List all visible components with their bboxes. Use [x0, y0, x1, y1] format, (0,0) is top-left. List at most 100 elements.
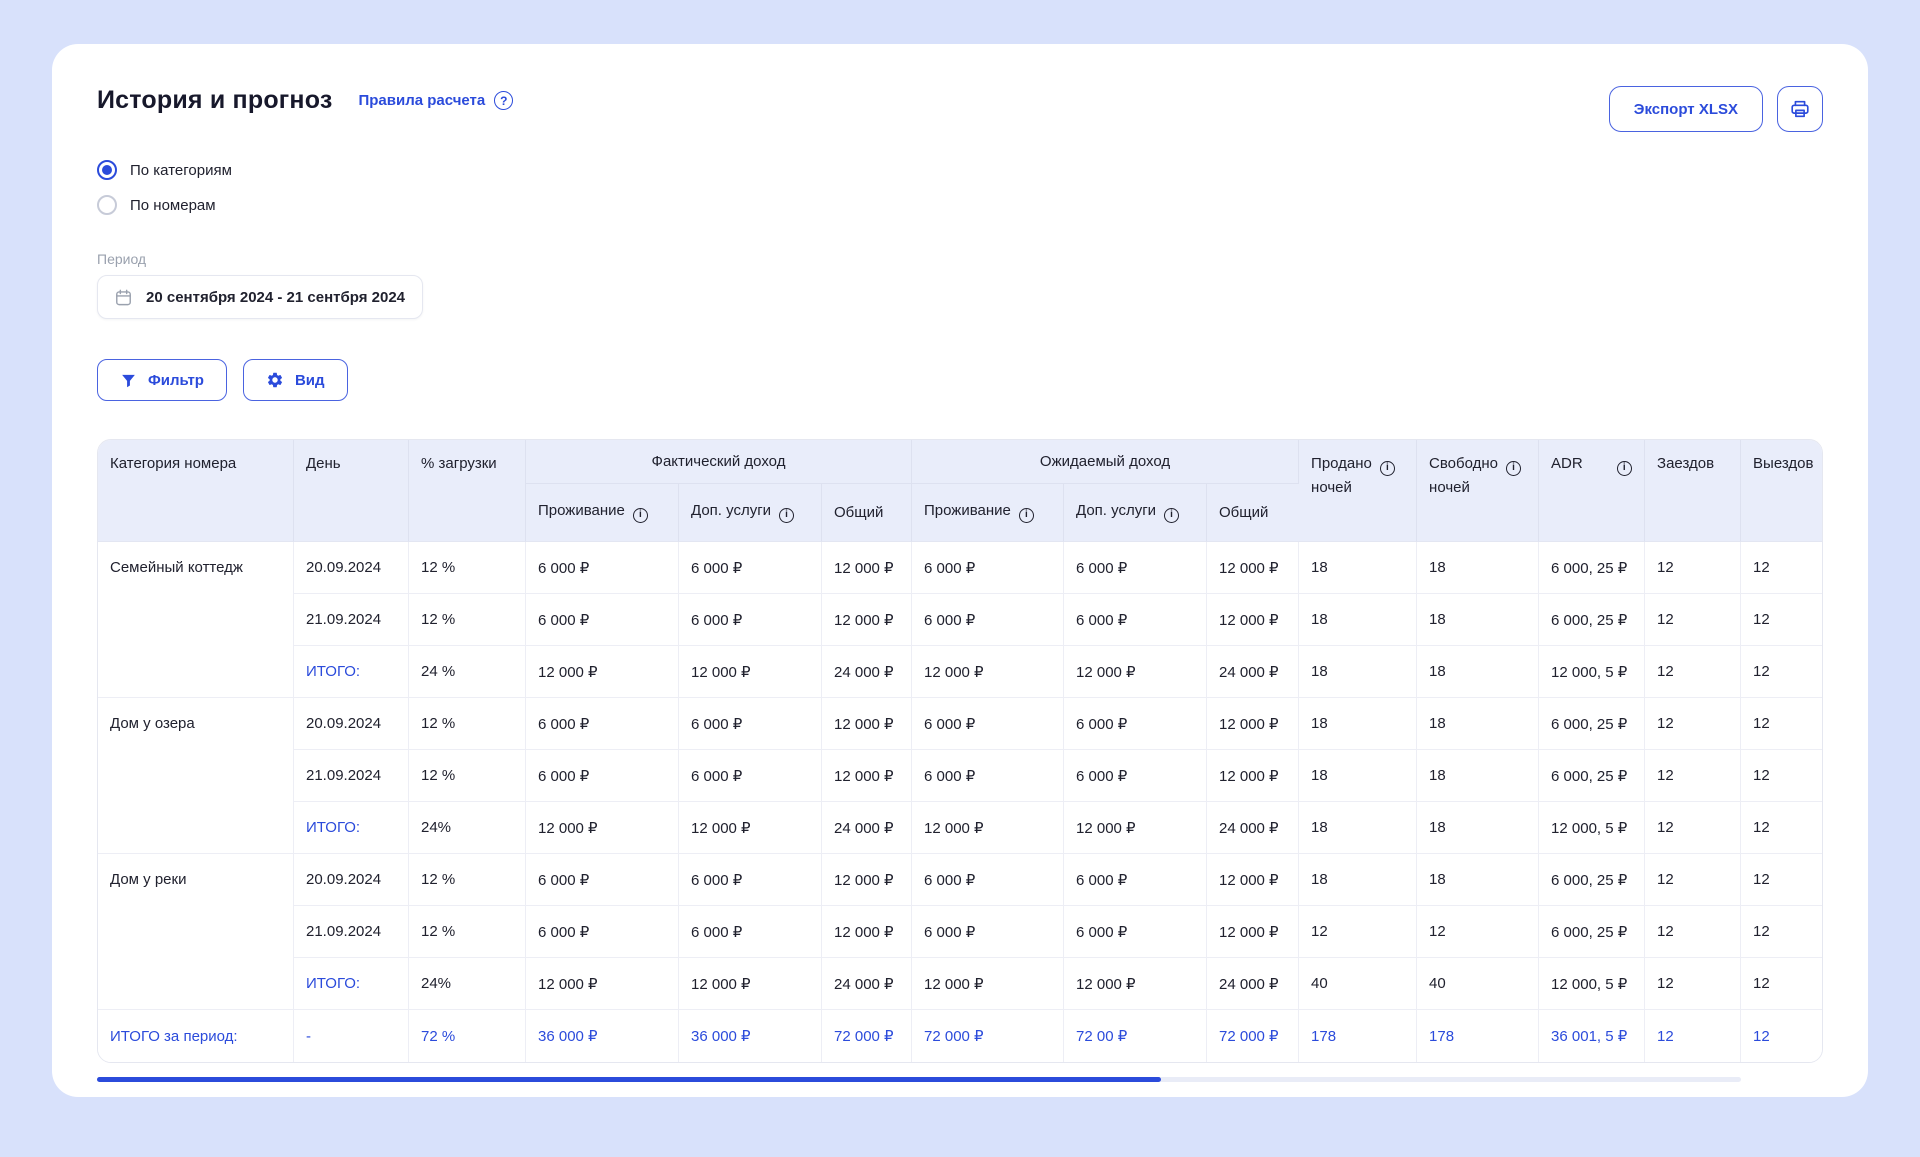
column-header-label: Проживание: [538, 502, 625, 519]
table-cell: 12: [1299, 906, 1417, 958]
table-cell: 20.09.2024: [294, 854, 409, 906]
column-header-label: % загрузки: [421, 455, 497, 472]
table-cell: 12 000, 5 ₽: [1539, 958, 1645, 1010]
table-cell: 20.09.2024: [294, 542, 409, 594]
table-cell: 6 000 ₽: [679, 906, 822, 958]
printer-icon: [1789, 98, 1811, 120]
table-cell: 12 000 ₽: [822, 698, 912, 750]
table-cell: ИТОГО:: [294, 802, 409, 854]
table-cell: 12 000 ₽: [912, 958, 1064, 1010]
table-cell: 72 %: [409, 1010, 526, 1062]
table-cell: 6 000 ₽: [679, 750, 822, 802]
table-cell: 12 %: [409, 906, 526, 958]
horizontal-scrollbar[interactable]: [97, 1077, 1741, 1082]
column-header: Заездов: [1645, 440, 1741, 542]
table-cell: 6 000, 25 ₽: [1539, 854, 1645, 906]
table-cell: 12 000 ₽: [526, 958, 679, 1010]
table-cell: 24 000 ₽: [1207, 802, 1299, 854]
view-button[interactable]: Вид: [243, 359, 348, 401]
table-cell: 18: [1417, 542, 1539, 594]
table-cell: 178: [1299, 1010, 1417, 1062]
table-cell: 6 000, 25 ₽: [1539, 750, 1645, 802]
group-total-row: ИТОГО:24%12 000 ₽12 000 ₽24 000 ₽12 000 …: [98, 958, 1823, 1010]
column-header-label: Выездов: [1753, 455, 1813, 472]
table-cell: 12 000, 5 ₽: [1539, 802, 1645, 854]
column-header-label: Доп. услуги: [691, 502, 771, 519]
info-icon[interactable]: i: [633, 508, 648, 523]
table-row: 21.09.202412 %6 000 ₽6 000 ₽12 000 ₽6 00…: [98, 594, 1823, 646]
info-icon[interactable]: i: [1617, 461, 1632, 476]
period-input[interactable]: 20 сентября 2024 - 21 сентбря 2024: [97, 275, 423, 319]
info-icon[interactable]: i: [1380, 461, 1395, 476]
info-icon[interactable]: i: [1019, 508, 1034, 523]
table-cell: 18: [1299, 750, 1417, 802]
view-mode-radios: По категориям По номерам: [97, 158, 1823, 217]
export-xlsx-button[interactable]: Экспорт XLSX: [1609, 86, 1763, 132]
table-cell: 12: [1417, 906, 1539, 958]
table-cell: 6 000, 25 ₽: [1539, 698, 1645, 750]
table-cell: 12: [1645, 698, 1741, 750]
table-cell: 12 000 ₽: [526, 646, 679, 698]
table-cell: 24 000 ₽: [1207, 958, 1299, 1010]
column-header: Ожидаемый доход: [912, 440, 1299, 484]
table-cell: ИТОГО:: [294, 958, 409, 1010]
table-cell: 12: [1741, 1010, 1823, 1062]
print-button[interactable]: [1777, 86, 1823, 132]
table-cell: 6 000 ₽: [526, 854, 679, 906]
table-cell: 12 000 ₽: [822, 854, 912, 906]
table-cell: 72 00 ₽: [1064, 1010, 1207, 1062]
table-cell: 12 000 ₽: [822, 594, 912, 646]
calendar-icon: [114, 288, 133, 307]
group-total-row: ИТОГО:24 %12 000 ₽12 000 ₽24 000 ₽12 000…: [98, 646, 1823, 698]
column-header-label: Категория номера: [110, 455, 236, 472]
page-title: История и прогноз: [97, 86, 332, 115]
table-cell: 12 000 ₽: [1064, 646, 1207, 698]
filter-icon: [120, 372, 137, 389]
table-cell: 6 000 ₽: [912, 906, 1064, 958]
radio-unselected-icon: [97, 195, 117, 215]
table-cell: 21.09.2024: [294, 750, 409, 802]
table-cell: 12 000 ₽: [1064, 958, 1207, 1010]
table-cell: 12: [1645, 646, 1741, 698]
table-cell: 12: [1741, 958, 1823, 1010]
radio-by-rooms-label: По номерам: [130, 197, 216, 214]
history-forecast-table: Категория номераДень% загрузкиФактически…: [97, 439, 1823, 1063]
category-cell: Дом у озера: [98, 698, 294, 854]
scrollbar-thumb[interactable]: [97, 1077, 1161, 1082]
table-cell: 6 000 ₽: [912, 854, 1064, 906]
help-icon[interactable]: ?: [494, 91, 513, 110]
page-header: История и прогноз Правила расчета ? Эксп…: [97, 86, 1823, 132]
table-cell: 12 000 ₽: [912, 646, 1064, 698]
table-cell: 12 000, 5 ₽: [1539, 646, 1645, 698]
table-cell: 12: [1741, 594, 1823, 646]
column-header-label: Проживание: [924, 502, 1011, 519]
category-cell: Семейный коттедж: [98, 542, 294, 698]
table-cell: 12 000 ₽: [526, 802, 679, 854]
radio-by-rooms[interactable]: По номерам: [97, 193, 1823, 217]
table-cell: 24 000 ₽: [822, 802, 912, 854]
period-value: 20 сентября 2024 - 21 сентбря 2024: [146, 289, 405, 306]
column-header-label: ночей: [1311, 479, 1404, 496]
period-total-row: ИТОГО за период:-72 %36 000 ₽36 000 ₽72 …: [98, 1010, 1823, 1062]
table-cell: -: [294, 1010, 409, 1062]
column-header-label: Свободно: [1429, 455, 1498, 472]
info-icon[interactable]: i: [779, 508, 794, 523]
table-cell: 36 000 ₽: [526, 1010, 679, 1062]
radio-selected-icon: [97, 160, 117, 180]
table-cell: 12 000 ₽: [1207, 854, 1299, 906]
filter-button[interactable]: Фильтр: [97, 359, 227, 401]
calculation-rules-link[interactable]: Правила расчета ?: [358, 91, 513, 110]
table-cell: 12 %: [409, 854, 526, 906]
table-cell: 12 000 ₽: [1207, 698, 1299, 750]
table-cell: 6 000 ₽: [526, 594, 679, 646]
table-cell: 6 000 ₽: [912, 542, 1064, 594]
column-header-label: Доп. услуги: [1076, 502, 1156, 519]
table-cell: 12 000 ₽: [1207, 542, 1299, 594]
table-cell: 18: [1299, 542, 1417, 594]
table-cell: 12 000 ₽: [822, 750, 912, 802]
table-cell: 72 000 ₽: [822, 1010, 912, 1062]
info-icon[interactable]: i: [1164, 508, 1179, 523]
radio-by-categories[interactable]: По категориям: [97, 158, 1823, 182]
info-icon[interactable]: i: [1506, 461, 1521, 476]
table-cell: 6 000 ₽: [526, 750, 679, 802]
